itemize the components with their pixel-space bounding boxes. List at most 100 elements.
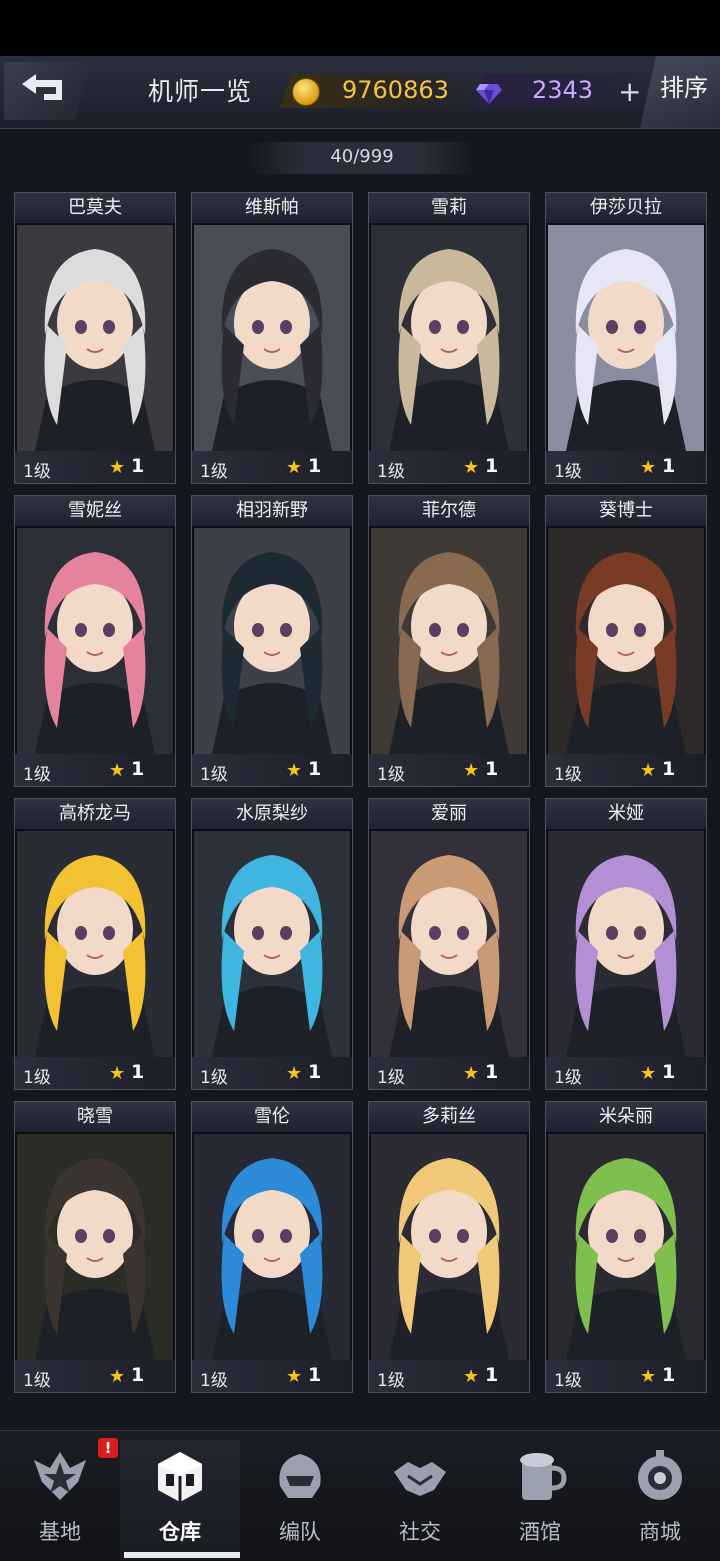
- star-icon: ★: [463, 760, 480, 781]
- nav-label: 仓库: [159, 1520, 201, 1544]
- add-gems-button[interactable]: +: [618, 78, 641, 106]
- star-icon: ★: [109, 1366, 126, 1387]
- pilot-star-count: 1: [131, 1061, 145, 1083]
- warehouse-icon: [158, 1452, 202, 1502]
- pilot-star-count: 1: [131, 455, 145, 477]
- pilot-card[interactable]: 晓雪 1级 ★ 1: [14, 1101, 176, 1393]
- nav-tab-handshake[interactable]: 社交: [360, 1440, 480, 1560]
- nav-tab-base[interactable]: 基地: [0, 1440, 120, 1560]
- status-bar: [0, 0, 720, 56]
- pilot-name: 水原梨纱: [192, 799, 352, 829]
- pilot-card-footer: 1级 ★ 1: [15, 1057, 175, 1089]
- pilot-name: 巴莫夫: [15, 193, 175, 223]
- nav-label: 社交: [399, 1520, 441, 1544]
- gem-value: 2343: [532, 76, 594, 104]
- pilot-card[interactable]: 维斯帕 1级 ★ 1: [191, 192, 353, 484]
- pilot-card[interactable]: 雪莉 1级 ★ 1: [368, 192, 530, 484]
- pilot-star-count: 1: [308, 1364, 322, 1386]
- pilot-star-count: 1: [662, 455, 676, 477]
- pilot-card[interactable]: 巴莫夫 1级 ★ 1: [14, 192, 176, 484]
- star-icon: ★: [109, 457, 126, 478]
- pilot-level: 1级: [554, 462, 582, 482]
- pilot-star-count: 1: [308, 455, 322, 477]
- gem-icon: [476, 84, 502, 104]
- pilot-card-footer: 1级 ★ 1: [15, 754, 175, 786]
- pilot-star-count: 1: [308, 1061, 322, 1083]
- alert-badge: !: [98, 1438, 118, 1458]
- pilot-card-footer: 1级 ★ 1: [546, 1057, 706, 1089]
- pilot-portrait: [194, 831, 350, 1057]
- pilot-level: 1级: [23, 765, 51, 785]
- pilot-card[interactable]: 米娅 1级 ★ 1: [545, 798, 707, 1090]
- pilot-star-count: 1: [131, 758, 145, 780]
- pilot-card[interactable]: 多莉丝 1级 ★ 1: [368, 1101, 530, 1393]
- pilot-card[interactable]: 伊莎贝拉 1级 ★ 1: [545, 192, 707, 484]
- pilot-name: 多莉丝: [369, 1102, 529, 1132]
- star-icon: ★: [286, 1366, 303, 1387]
- pilot-card[interactable]: 爱丽 1级 ★ 1: [368, 798, 530, 1090]
- pilot-portrait-art: [194, 1134, 350, 1360]
- pilot-portrait: [548, 225, 704, 451]
- nav-tab-tavern[interactable]: 酒馆: [480, 1440, 600, 1560]
- pilot-card-footer: 1级 ★ 1: [546, 451, 706, 483]
- pilot-card-footer: 1级 ★ 1: [192, 451, 352, 483]
- pilot-card[interactable]: 高桥龙马 1级 ★ 1: [14, 798, 176, 1090]
- pilot-portrait-art: [548, 1134, 704, 1360]
- pilot-card[interactable]: 米朵丽 1级 ★ 1: [545, 1101, 707, 1393]
- pilot-name: 雪伦: [192, 1102, 352, 1132]
- pilot-level: 1级: [554, 1068, 582, 1088]
- star-icon: ★: [640, 1063, 657, 1084]
- pilot-portrait: [371, 831, 527, 1057]
- pilot-star-count: 1: [485, 758, 499, 780]
- star-icon: ★: [109, 760, 126, 781]
- pilot-level: 1级: [23, 1371, 51, 1391]
- sort-label[interactable]: 排序: [660, 68, 708, 103]
- pilot-portrait: [17, 528, 173, 754]
- pilot-level: 1级: [377, 462, 405, 482]
- pilot-level: 1级: [200, 1068, 228, 1088]
- pilot-card-footer: 1级 ★ 1: [546, 1360, 706, 1392]
- pilot-card-footer: 1级 ★ 1: [15, 1360, 175, 1392]
- pilot-portrait-art: [17, 225, 173, 451]
- pilot-star-count: 1: [308, 758, 322, 780]
- pilot-card-footer: 1级 ★ 1: [369, 1360, 529, 1392]
- pilot-card[interactable]: 雪妮丝 1级 ★ 1: [14, 495, 176, 787]
- star-icon: ★: [463, 1063, 480, 1084]
- pilot-level: 1级: [200, 765, 228, 785]
- star-icon: ★: [640, 457, 657, 478]
- pilot-portrait: [194, 528, 350, 754]
- pilot-portrait: [548, 528, 704, 754]
- pilot-star-count: 1: [662, 1061, 676, 1083]
- pilot-name: 高桥龙马: [15, 799, 175, 829]
- pilot-card-footer: 1级 ★ 1: [15, 451, 175, 483]
- pilot-name: 雪妮丝: [15, 496, 175, 526]
- pilot-name: 晓雪: [15, 1102, 175, 1132]
- pilot-card-footer: 1级 ★ 1: [546, 754, 706, 786]
- pilot-level: 1级: [200, 462, 228, 482]
- pilot-portrait-art: [17, 528, 173, 754]
- pilot-star-count: 1: [485, 1061, 499, 1083]
- star-icon: ★: [286, 1063, 303, 1084]
- nav-tab-formation[interactable]: 编队: [240, 1440, 360, 1560]
- pilot-portrait: [548, 831, 704, 1057]
- nav-tab-warehouse[interactable]: 仓库: [120, 1440, 240, 1560]
- pilot-card[interactable]: 水原梨纱 1级 ★ 1: [191, 798, 353, 1090]
- page-title: 机师一览: [148, 77, 253, 106]
- pilot-portrait-art: [194, 225, 350, 451]
- pilot-card[interactable]: 葵博士 1级 ★ 1: [545, 495, 707, 787]
- pilot-portrait: [371, 528, 527, 754]
- star-icon: ★: [109, 1063, 126, 1084]
- star-icon: ★: [286, 760, 303, 781]
- pilot-portrait-art: [548, 225, 704, 451]
- pilot-level: 1级: [377, 765, 405, 785]
- pilot-level: 1级: [554, 765, 582, 785]
- pilot-card[interactable]: 雪伦 1级 ★ 1: [191, 1101, 353, 1393]
- pilot-level: 1级: [377, 1371, 405, 1391]
- pilot-portrait: [371, 1134, 527, 1360]
- pilot-card[interactable]: 相羽新野 1级 ★ 1: [191, 495, 353, 787]
- pilot-portrait-art: [371, 225, 527, 451]
- pilot-level: 1级: [23, 462, 51, 482]
- pilot-card-footer: 1级 ★ 1: [369, 451, 529, 483]
- nav-tab-shop[interactable]: 商城: [600, 1440, 720, 1560]
- pilot-card[interactable]: 菲尔德 1级 ★ 1: [368, 495, 530, 787]
